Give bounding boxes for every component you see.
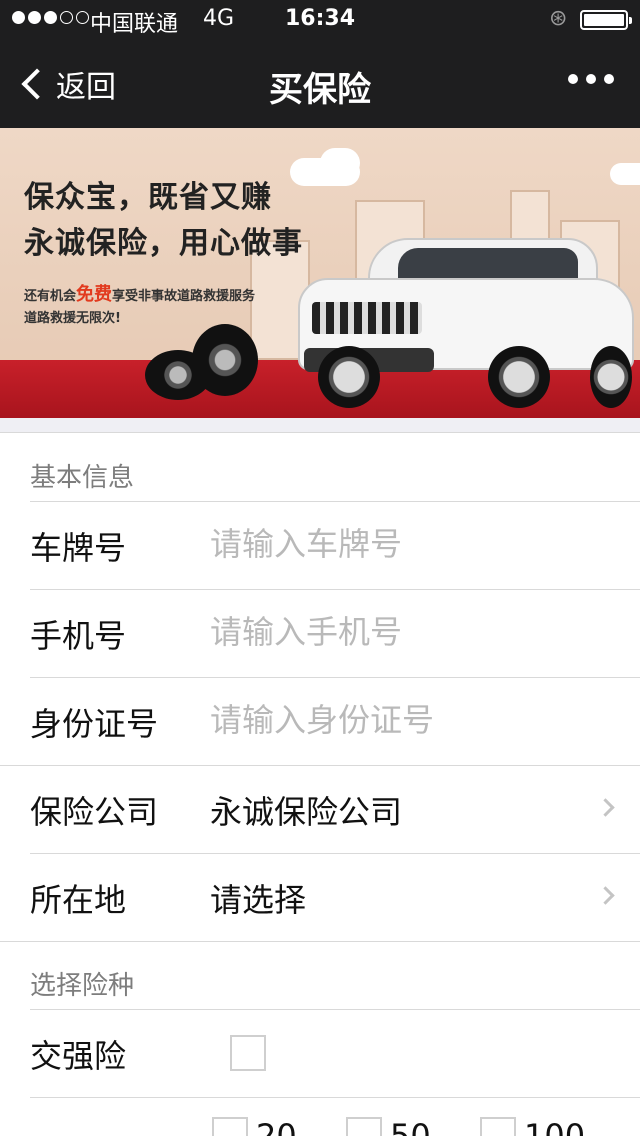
chevron-right-icon (596, 798, 615, 817)
more-icon[interactable] (568, 74, 614, 84)
status-time: 16:34 (284, 6, 356, 31)
amount-options-row: 20 50 100 (0, 1097, 640, 1136)
navigation-bar: 返回 买保险 (0, 40, 640, 128)
id-label: 身份证号 (30, 705, 159, 743)
bluetooth-icon: ⊛ (549, 6, 568, 31)
location-label: 所在地 (30, 881, 127, 919)
phone-input[interactable] (210, 607, 590, 657)
plate-row: 车牌号 (0, 501, 640, 589)
insurance-form: 基本信息 车牌号 手机号 身份证号 保险公司 永诚保险公司 所在地 请选择 选择… (0, 432, 640, 1136)
plate-input[interactable] (210, 519, 590, 569)
promo-banner[interactable]: 保众宝，既省又赚 永诚保险，用心做事 还有机会免费享受非事故道路救援服务 道路救… (0, 128, 640, 418)
amount-20-checkbox[interactable] (212, 1117, 248, 1136)
page-title: 买保险 (269, 70, 371, 110)
suv-image (298, 238, 634, 408)
compulsory-row: 交强险 (0, 1009, 640, 1097)
insurer-value: 永诚保险公司 (210, 793, 403, 831)
id-input[interactable] (210, 695, 590, 745)
section-basic-info: 基本信息 (30, 463, 135, 493)
amount-100-checkbox[interactable] (480, 1117, 516, 1136)
phone-label: 手机号 (30, 617, 127, 655)
location-select[interactable]: 所在地 请选择 (0, 853, 640, 941)
amount-20-label: 20 (256, 1117, 297, 1136)
tire-image (192, 324, 258, 396)
chevron-right-icon (596, 886, 615, 905)
banner-promo-text: 还有机会免费享受非事故道路救援服务 道路救援无限次! (24, 284, 256, 326)
compulsory-checkbox[interactable] (230, 1035, 266, 1071)
battery-icon (580, 10, 632, 30)
amount-100-label: 100 (524, 1117, 586, 1136)
banner-headline-1: 保众宝，既省又赚 (24, 180, 272, 215)
status-bar: 中国联通 4G 16:34 ⊛ (0, 0, 640, 40)
compulsory-label: 交强险 (30, 1037, 127, 1075)
amount-50-checkbox[interactable] (346, 1117, 382, 1136)
section-insurance-types: 选择险种 (30, 971, 135, 1001)
banner-headline-2: 永诚保险，用心做事 (24, 226, 303, 261)
plate-label: 车牌号 (30, 529, 127, 567)
amount-50-label: 50 (390, 1117, 431, 1136)
insurer-select[interactable]: 保险公司 永诚保险公司 (0, 765, 640, 853)
id-row: 身份证号 (0, 677, 640, 765)
phone-row: 手机号 (0, 589, 640, 677)
insurer-label: 保险公司 (30, 793, 159, 831)
location-value: 请选择 (210, 881, 307, 919)
